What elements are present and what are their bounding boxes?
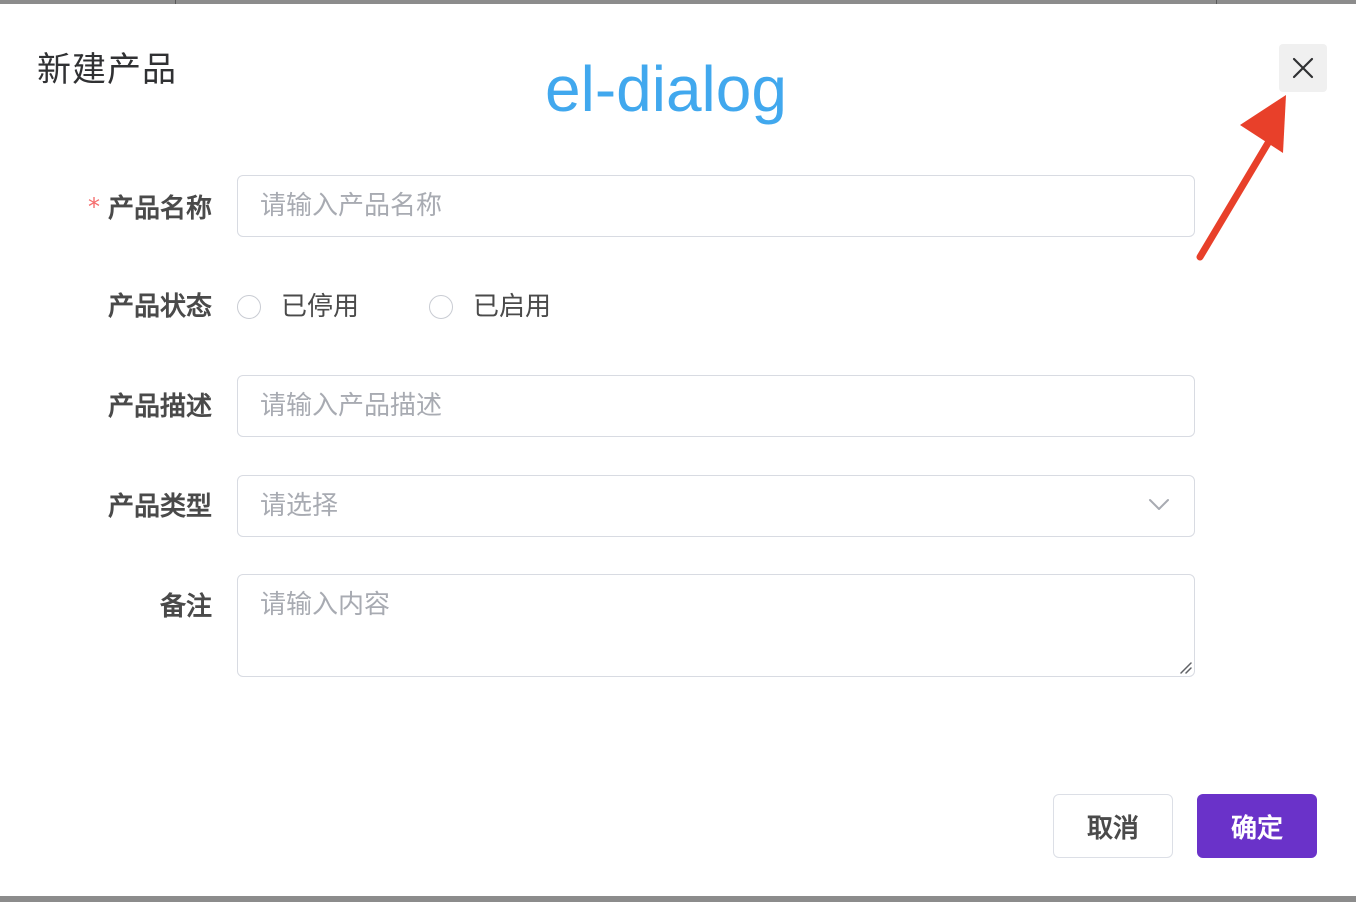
remark-textarea[interactable]: 请输入内容 — [237, 574, 1195, 677]
product-type-select[interactable]: 请选择 — [237, 475, 1195, 537]
cancel-button[interactable]: 取消 — [1053, 794, 1173, 858]
product-description-label: 产品描述 — [107, 392, 212, 422]
annotation-arrow-icon — [1196, 95, 1286, 261]
top-border — [0, 0, 1356, 4]
radio-disabled[interactable]: 已停用 — [237, 292, 359, 322]
close-button[interactable] — [1279, 44, 1327, 92]
dialog-title: 新建产品 — [37, 50, 177, 90]
confirm-button[interactable]: 确定 — [1197, 794, 1317, 858]
border-tick — [175, 0, 176, 4]
dialog: 新建产品 el-dialog * 产品名称 请输入产品名称 产品状态 已停用 已启… — [0, 0, 1356, 902]
remark-label: 备注 — [159, 592, 212, 622]
radio-circle[interactable] — [237, 295, 261, 319]
product-name-input[interactable]: 请输入产品名称 — [237, 175, 1195, 237]
radio-enabled[interactable]: 已启用 — [429, 292, 551, 322]
remark-placeholder: 请输入内容 — [260, 590, 391, 620]
product-description-placeholder: 请输入产品描述 — [260, 391, 443, 421]
resize-handle-icon[interactable] — [1178, 660, 1192, 674]
product-type-placeholder: 请选择 — [260, 491, 339, 521]
required-marker: * — [87, 193, 100, 221]
product-name-label-text: 产品名称 — [107, 194, 212, 224]
radio-disabled-label: 已停用 — [281, 292, 360, 322]
product-name-placeholder: 请输入产品名称 — [260, 191, 443, 221]
radio-circle[interactable] — [429, 295, 453, 319]
border-tick — [1216, 0, 1217, 4]
product-description-input[interactable]: 请输入产品描述 — [237, 375, 1195, 437]
close-icon — [1292, 57, 1314, 79]
radio-enabled-label: 已启用 — [473, 292, 552, 322]
component-annotation: el-dialog — [545, 53, 787, 125]
product-name-label: * 产品名称 — [0, 176, 212, 240]
product-status-label: 产品状态 — [107, 292, 212, 322]
chevron-down-icon — [1149, 499, 1169, 510]
product-type-label: 产品类型 — [107, 492, 212, 522]
bottom-border — [0, 896, 1356, 902]
